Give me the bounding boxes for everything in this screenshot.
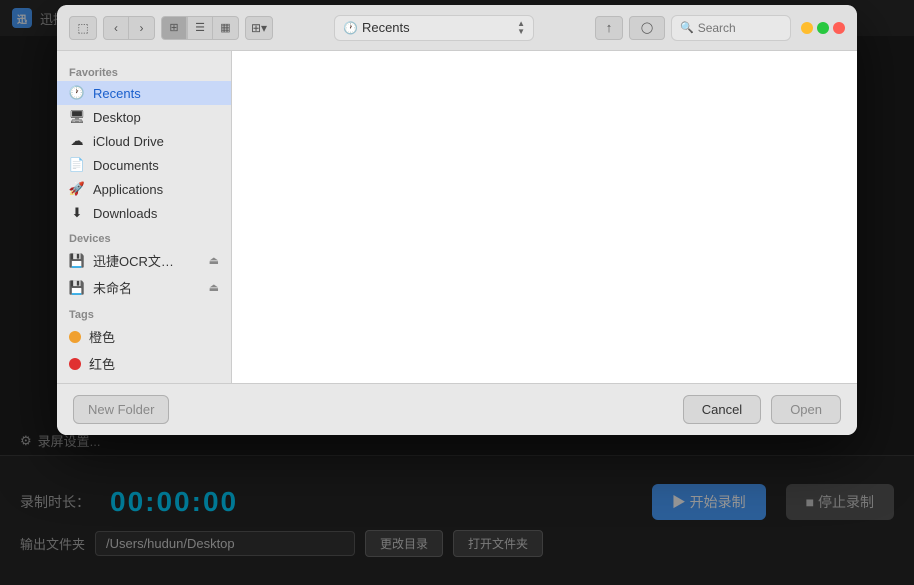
red-dot: [69, 358, 81, 370]
sidebar-item-tag-orange[interactable]: 橙色: [57, 323, 231, 350]
dialog-main-area: [232, 51, 857, 383]
location-arrows[interactable]: ▲ ▼: [517, 20, 525, 36]
icloud-icon: ☁: [69, 133, 85, 149]
open-button[interactable]: Open: [771, 395, 841, 424]
sidebar-item-label: 迅捷OCR文…: [93, 251, 174, 270]
search-icon: 🔍: [680, 21, 694, 34]
downloads-icon: ⬇: [69, 205, 85, 221]
sidebar-item-label: iCloud Drive: [93, 134, 164, 149]
view-group: ⊞ ☰ ▦: [161, 16, 239, 40]
sidebar-item-downloads[interactable]: ⬇ Downloads: [57, 201, 231, 225]
view-list-button[interactable]: ☰: [187, 16, 213, 40]
minimize-button[interactable]: [801, 22, 813, 34]
view-more-icon: ⊞▾: [251, 21, 267, 35]
sidebar-item-label: Applications: [93, 182, 163, 197]
sidebar-item-desktop[interactable]: 🖥 Desktop: [57, 105, 231, 129]
sidebar-item-tag-red[interactable]: 红色: [57, 350, 231, 377]
dialog-sidebar: Favorites 🕐 Recents 🖥 Desktop ☁ iCloud D…: [57, 51, 232, 383]
columns-icon: ▦: [220, 21, 230, 34]
tag-label: 红色: [89, 354, 115, 373]
grid-icon: ⊞: [169, 21, 178, 34]
recents-icon: 🕐: [343, 21, 358, 35]
tag-icon: ◯: [641, 21, 653, 34]
sidebar-item-label: 未命名: [93, 278, 132, 297]
cancel-button[interactable]: Cancel: [683, 395, 761, 424]
devices-section-label: Devices: [57, 225, 231, 247]
sidebar-toggle-button[interactable]: ⬚: [69, 16, 97, 40]
location-text: Recents: [362, 20, 410, 35]
documents-icon: 📄: [69, 157, 85, 173]
chevron-left-icon: ‹: [114, 21, 118, 35]
sidebar-item-documents[interactable]: 📄 Documents: [57, 153, 231, 177]
dialog-footer: New Folder Cancel Open: [57, 383, 857, 435]
eject-icon[interactable]: ⏏: [209, 254, 219, 267]
applications-icon: 🚀: [69, 181, 85, 197]
sidebar-item-applications[interactable]: 🚀 Applications: [57, 177, 231, 201]
sidebar-item-label: Downloads: [93, 206, 157, 221]
search-bar[interactable]: 🔍: [671, 15, 791, 41]
view-more-button[interactable]: ⊞▾: [245, 16, 273, 40]
sidebar-item-recents[interactable]: 🕐 Recents: [57, 81, 231, 105]
nav-back-button[interactable]: ‹: [103, 16, 129, 40]
desktop-icon: 🖥: [69, 109, 85, 125]
window-controls: [801, 22, 845, 34]
sidebar-item-icloud[interactable]: ☁ iCloud Drive: [57, 129, 231, 153]
search-input[interactable]: [698, 21, 782, 35]
tag-label: 橙色: [89, 327, 115, 346]
recents-icon: 🕐: [69, 85, 85, 101]
sidebar-item-label: Recents: [93, 86, 141, 101]
orange-dot: [69, 331, 81, 343]
sidebar-item-label: Desktop: [93, 110, 141, 125]
nav-group: ‹ ›: [103, 16, 155, 40]
nav-forward-button[interactable]: ›: [129, 16, 155, 40]
new-folder-button[interactable]: New Folder: [73, 395, 169, 424]
eject-icon[interactable]: ⏏: [209, 281, 219, 294]
drive-icon: 💾: [69, 253, 85, 269]
sidebar-item-unnamed[interactable]: 💾 未命名 ⏏: [57, 274, 231, 301]
share-button[interactable]: ↑: [595, 16, 623, 40]
file-dialog: ⬚ ‹ › ⊞ ☰ ▦ ⊞▾: [57, 5, 857, 435]
view-grid-button[interactable]: ⊞: [161, 16, 187, 40]
list-icon: ☰: [195, 21, 205, 34]
close-button[interactable]: [833, 22, 845, 34]
sidebar-item-label: Documents: [93, 158, 159, 173]
tags-section-label: Tags: [57, 301, 231, 323]
location-bar: 🕐 Recents ▲ ▼: [334, 15, 534, 41]
drive-icon: 💾: [69, 280, 85, 296]
sidebar-toggle-icon: ⬚: [77, 21, 88, 35]
dialog-toolbar: ⬚ ‹ › ⊞ ☰ ▦ ⊞▾: [57, 5, 857, 51]
dialog-body: Favorites 🕐 Recents 🖥 Desktop ☁ iCloud D…: [57, 51, 857, 383]
sidebar-item-ocr[interactable]: 💾 迅捷OCR文… ⏏: [57, 247, 231, 274]
tag-button[interactable]: ◯: [629, 16, 665, 40]
maximize-button[interactable]: [817, 22, 829, 34]
view-columns-button[interactable]: ▦: [213, 16, 239, 40]
chevron-right-icon: ›: [140, 21, 144, 35]
share-icon: ↑: [606, 20, 613, 35]
favorites-section-label: Favorites: [57, 59, 231, 81]
